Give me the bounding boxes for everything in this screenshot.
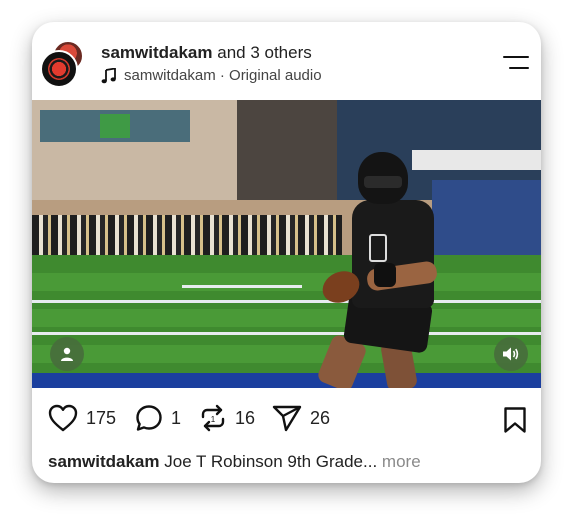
like-button[interactable]: 175 — [48, 404, 116, 432]
football-field — [32, 255, 541, 375]
audio-label: samwitdakam · Original audio — [124, 67, 322, 84]
caption-username[interactable]: samwitdakam — [48, 452, 160, 471]
author-avatars[interactable] — [40, 40, 92, 92]
post-photo[interactable] — [32, 100, 541, 388]
save-button[interactable] — [503, 406, 527, 439]
audio-attribution[interactable]: samwitdakam · Original audio — [101, 67, 322, 84]
share-count: 26 — [310, 407, 331, 428]
author-avatar[interactable] — [40, 50, 78, 88]
post-caption: samwitdakam Joe T Robinson 9th Grade... … — [48, 452, 421, 472]
svg-text:1: 1 — [211, 415, 216, 424]
speaker-icon — [503, 347, 519, 361]
tagged-users-button[interactable] — [50, 337, 84, 371]
caption-more-link[interactable]: more — [382, 452, 421, 471]
post-actions: 175 1 1 16 26 — [32, 388, 541, 452]
football-player — [352, 200, 434, 308]
sound-toggle-button[interactable] — [494, 337, 528, 371]
heart-icon — [48, 404, 78, 432]
repost-count: 16 — [235, 407, 256, 428]
repost-button[interactable]: 1 16 — [199, 404, 255, 432]
music-note-icon — [101, 67, 116, 83]
share-button[interactable]: 26 — [272, 404, 330, 432]
hamburger-menu-icon[interactable] — [503, 56, 529, 72]
repost-icon: 1 — [201, 404, 225, 432]
post-authors: samwitdakam and 3 others — [101, 43, 312, 63]
like-count: 175 — [86, 407, 117, 428]
post-card: samwitdakam and 3 others samwitdakam · O… — [32, 22, 541, 483]
comment-count: 1 — [171, 407, 182, 428]
comment-button[interactable]: 1 — [135, 404, 181, 432]
coauthors-link[interactable]: and 3 others — [217, 43, 312, 62]
send-icon — [272, 405, 302, 432]
author-username[interactable]: samwitdakam — [101, 43, 213, 62]
comment-bubble-icon — [136, 405, 162, 431]
user-icon — [61, 347, 73, 361]
caption-text: Joe T Robinson 9th Grade... — [164, 452, 378, 471]
bookmark-icon — [504, 407, 526, 433]
post-header: samwitdakam and 3 others samwitdakam · O… — [32, 22, 541, 100]
